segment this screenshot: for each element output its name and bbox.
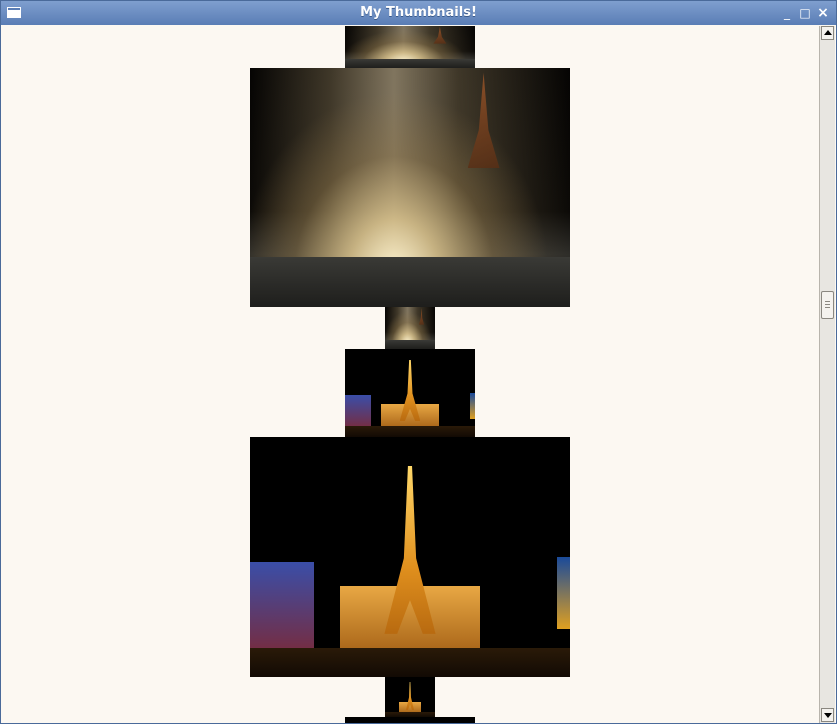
title-bar[interactable]: My Thumbnails! _ □ × [1, 1, 836, 25]
thumbnail-eiffel-medium[interactable] [345, 349, 475, 437]
thumbnail-fountain-small[interactable] [385, 307, 435, 349]
thumbnail-fountain-medium[interactable] [345, 26, 475, 68]
thumbnail-canvas [3, 26, 819, 723]
window-title: My Thumbnails! [360, 5, 477, 20]
minimize-icon[interactable]: _ [780, 5, 794, 21]
thumbnail-eiffel-small[interactable] [385, 677, 435, 717]
scroll-down-arrow-icon[interactable] [821, 708, 834, 722]
scroll-up-arrow-icon[interactable] [821, 26, 834, 40]
vertical-scrollbar[interactable] [819, 26, 835, 723]
scrollbar-thumb[interactable] [821, 291, 834, 319]
thumbnail-fountain-large[interactable] [250, 68, 570, 307]
thumbnail-eiffel-large[interactable] [250, 437, 570, 677]
app-window: My Thumbnails! _ □ × [0, 0, 837, 724]
close-icon[interactable]: × [816, 5, 830, 21]
maximize-icon[interactable]: □ [798, 5, 812, 21]
thumbnail-eiffel-medium-partial [345, 717, 475, 723]
